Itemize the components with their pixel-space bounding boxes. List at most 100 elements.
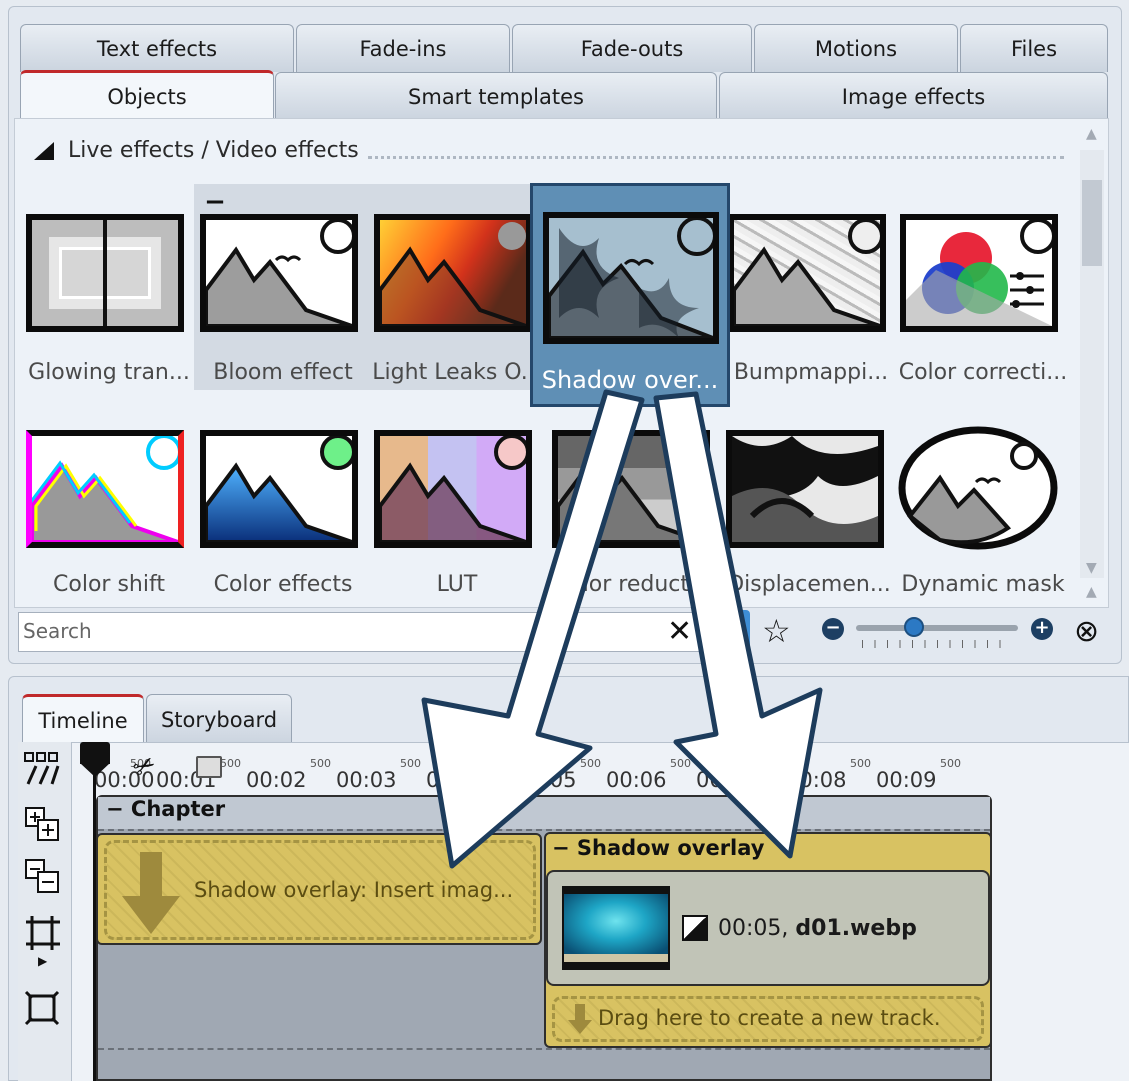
shadow-leaf-icon bbox=[543, 212, 719, 344]
search-input[interactable] bbox=[23, 619, 643, 643]
track-divider bbox=[98, 829, 990, 831]
chapter-collapse-icon[interactable]: − bbox=[106, 797, 124, 821]
section-header[interactable]: Live effects / Video effects bbox=[34, 138, 359, 163]
ruler-half-mark: 500 bbox=[310, 757, 331, 770]
drop-down-arrow-icon bbox=[568, 1004, 592, 1034]
time-ruler[interactable] bbox=[74, 744, 1129, 796]
ruler-half-mark: 500 bbox=[670, 757, 691, 770]
rgb-circles-icon bbox=[900, 214, 1058, 332]
ruler-label: 00:04 bbox=[426, 768, 487, 792]
effect-label: Shadow over... bbox=[541, 366, 719, 394]
ruler-label: 00:02 bbox=[246, 768, 307, 792]
effect-glowing-transition[interactable]: Glowing tran... bbox=[22, 208, 196, 398]
search-box[interactable]: ✕ bbox=[18, 612, 704, 652]
tab-smart-templates[interactable]: Smart templates bbox=[275, 72, 717, 120]
effect-label: Dynamic mask bbox=[901, 572, 1065, 597]
ruler-half-mark: 500 bbox=[760, 757, 781, 770]
effect-color-shift[interactable]: Color shift bbox=[22, 424, 196, 606]
ruler-label: 00:08 bbox=[786, 768, 847, 792]
expand-arrow-icon[interactable]: ▶ bbox=[38, 954, 47, 968]
tab-objects[interactable]: Objects bbox=[20, 70, 274, 120]
collapse-triangle-icon[interactable] bbox=[34, 141, 54, 160]
add-track-icon[interactable] bbox=[24, 806, 60, 842]
effect-label: Color shift bbox=[53, 572, 165, 597]
ruler-label: 00:09 bbox=[876, 768, 937, 792]
ruler-label: 00:06 bbox=[606, 768, 667, 792]
gallery-scrollbar[interactable] bbox=[1080, 150, 1104, 578]
timeline-tools bbox=[18, 742, 72, 1081]
effect-dynamic-mask[interactable]: Dynamic mask bbox=[896, 424, 1070, 606]
effect-label: Color effects bbox=[213, 572, 353, 597]
effect-light-leaks[interactable]: Light Leaks O... bbox=[370, 208, 544, 398]
tab-fade-ins[interactable]: Fade-ins bbox=[296, 24, 510, 72]
glow-frame-icon bbox=[26, 214, 184, 332]
chapter-title: − Chapter bbox=[106, 797, 225, 821]
effect-label: Color reducti... bbox=[553, 572, 717, 597]
tab-text-effects[interactable]: Text effects bbox=[20, 24, 294, 72]
effect-shadow-overlay[interactable]: Shadow over... bbox=[530, 183, 730, 407]
ruler-half-mark: 500 bbox=[580, 757, 601, 770]
effect-lut[interactable]: LUT bbox=[370, 424, 544, 606]
bumpmap-icon bbox=[728, 214, 886, 332]
effect-color-reduction[interactable]: Color reducti... bbox=[548, 424, 722, 606]
clear-search-icon[interactable]: ✕ bbox=[667, 617, 692, 647]
effect-label: Bumpmappi... bbox=[733, 360, 889, 385]
section-title: Live effects / Video effects bbox=[68, 138, 359, 163]
clip-thumbnail bbox=[562, 886, 670, 970]
scroll-up-icon[interactable]: ▲ bbox=[1086, 126, 1097, 142]
zoom-fit-icon[interactable]: ⊗ bbox=[1074, 614, 1099, 649]
chapter-label: Chapter bbox=[130, 797, 226, 821]
scrollbar-thumb[interactable] bbox=[1082, 180, 1102, 266]
scroll-down-icon[interactable]: ▼ bbox=[1086, 560, 1097, 576]
scroll-end-icon[interactable]: ▲ bbox=[1086, 584, 1097, 600]
clip-duration: 00:05, bbox=[718, 916, 796, 941]
overlay-collapse-icon[interactable]: − bbox=[552, 836, 570, 860]
ruler-half-mark: 500 bbox=[940, 757, 961, 770]
lut-icon bbox=[374, 430, 532, 548]
chapter-header[interactable] bbox=[98, 797, 990, 829]
color-shift-icon bbox=[26, 430, 184, 548]
tab-motions[interactable]: Motions bbox=[754, 24, 958, 72]
color-effects-icon bbox=[200, 430, 358, 548]
ruler-half-mark: 500 bbox=[400, 757, 421, 770]
ruler-label: 00:03 bbox=[336, 768, 397, 792]
light-leak-icon bbox=[374, 214, 532, 332]
fit-frame-icon[interactable] bbox=[24, 990, 60, 1026]
remove-track-icon[interactable] bbox=[24, 858, 60, 894]
overlay-label: Shadow overlay bbox=[576, 836, 765, 860]
effect-color-correction[interactable]: Color correcti... bbox=[896, 208, 1070, 398]
tab-files[interactable]: Files bbox=[960, 24, 1108, 72]
dynamic-mask-icon bbox=[898, 426, 1058, 550]
crop-frame-icon[interactable] bbox=[24, 914, 60, 952]
track-divider bbox=[98, 1048, 990, 1050]
insert-down-arrow-icon bbox=[122, 852, 180, 934]
effect-bloom[interactable]: Bloom effect bbox=[196, 208, 370, 398]
effect-displacement[interactable]: Displacemen... bbox=[722, 424, 896, 606]
color-reduction-icon bbox=[552, 430, 710, 548]
effect-color-effects[interactable]: Color effects bbox=[196, 424, 370, 606]
zoom-in-icon[interactable]: + bbox=[1031, 618, 1053, 640]
ab-transition-icon[interactable] bbox=[682, 915, 708, 941]
displacement-icon bbox=[726, 430, 884, 548]
drag-zone-text: Drag here to create a new track. bbox=[598, 1006, 941, 1030]
effect-bumpmapping[interactable]: Bumpmappi... bbox=[724, 208, 898, 398]
tab-timeline[interactable]: Timeline bbox=[22, 694, 144, 744]
favorites-star-icon[interactable]: ☆ bbox=[762, 612, 791, 650]
tab-fade-outs[interactable]: Fade-outs bbox=[512, 24, 752, 72]
effect-label: LUT bbox=[436, 572, 478, 597]
marker-icon[interactable] bbox=[196, 756, 222, 778]
zoom-out-icon[interactable]: − bbox=[822, 618, 844, 640]
section-divider bbox=[368, 156, 1064, 159]
shadow-overlay-title: − Shadow overlay bbox=[552, 836, 764, 860]
effect-label: Light Leaks O... bbox=[372, 360, 542, 385]
split-tracks-icon[interactable] bbox=[24, 752, 60, 786]
zoom-slider-ticks bbox=[862, 640, 1012, 648]
filter-button[interactable] bbox=[708, 610, 750, 654]
ruler-label: 00:05 bbox=[516, 768, 577, 792]
ruler-half-mark: 500 bbox=[490, 757, 511, 770]
playhead-line[interactable] bbox=[93, 760, 96, 1081]
tab-storyboard[interactable]: Storyboard bbox=[146, 694, 292, 744]
zoom-slider[interactable] bbox=[856, 625, 1018, 631]
ruler-half-mark: 500 bbox=[850, 757, 871, 770]
tab-image-effects[interactable]: Image effects bbox=[719, 72, 1108, 120]
